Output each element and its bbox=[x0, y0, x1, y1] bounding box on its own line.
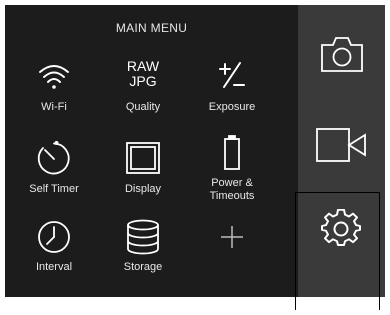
menu-item-display[interactable]: Display bbox=[98, 139, 188, 217]
camera-icon bbox=[321, 37, 363, 72]
menu-item-label: Exposure bbox=[208, 101, 256, 113]
clock-icon bbox=[34, 217, 74, 257]
plus-minus-icon bbox=[212, 57, 252, 97]
jpg-text: JPG bbox=[129, 73, 157, 89]
menu-item-quality[interactable]: RAW JPG Quality bbox=[98, 57, 188, 135]
raw-jpg-icon: RAW JPG bbox=[123, 57, 163, 97]
menu-item-interval[interactable]: Interval bbox=[9, 217, 99, 295]
database-icon bbox=[123, 217, 163, 257]
menu-item-self-timer[interactable]: Self Timer bbox=[9, 139, 99, 217]
settings-callout-bracket bbox=[295, 192, 380, 310]
menu-item-label: Power & Timeouts bbox=[209, 177, 255, 202]
battery-icon bbox=[212, 133, 252, 173]
menu-item-add[interactable] bbox=[187, 217, 277, 295]
photo-mode-button[interactable] bbox=[298, 5, 385, 99]
menu-title: MAIN MENU bbox=[115, 21, 188, 35]
wifi-icon bbox=[34, 57, 74, 97]
stopwatch-icon bbox=[34, 139, 74, 179]
video-camera-icon bbox=[316, 128, 366, 162]
menu-item-label: Wi-Fi bbox=[41, 101, 67, 113]
menu-item-exposure[interactable]: Exposure bbox=[187, 57, 277, 135]
menu-item-label: Storage bbox=[123, 261, 163, 273]
menu-item-label: Display bbox=[124, 183, 162, 195]
menu-item-label: Self Timer bbox=[29, 183, 79, 195]
menu-item-label: Quality bbox=[125, 101, 161, 113]
menu-item-power-timeouts[interactable]: Power & Timeouts bbox=[187, 133, 277, 211]
menu-item-storage[interactable]: Storage bbox=[98, 217, 188, 295]
display-icon bbox=[123, 139, 163, 179]
video-mode-button[interactable] bbox=[298, 99, 385, 193]
plus-icon bbox=[212, 217, 252, 257]
menu-item-label: Interval bbox=[35, 261, 73, 273]
main-menu-panel: MAIN MENU Wi-Fi RAW JPG Quality Exposure… bbox=[5, 5, 298, 297]
menu-item-wifi[interactable]: Wi-Fi bbox=[9, 57, 99, 135]
raw-text: RAW bbox=[126, 58, 160, 74]
